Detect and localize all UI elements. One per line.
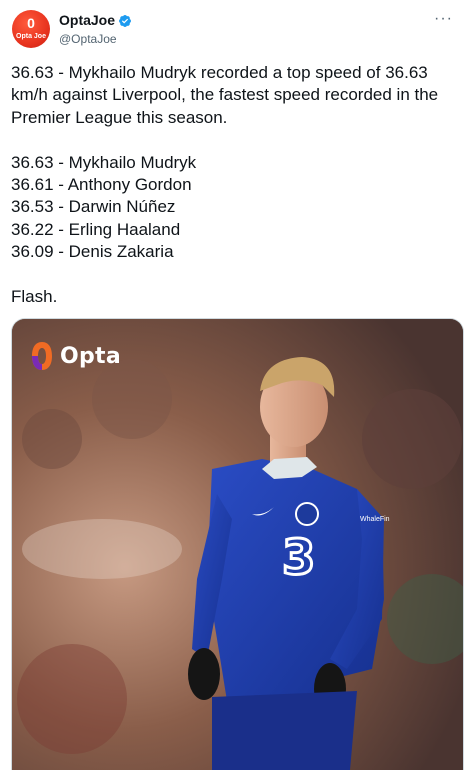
tweet-closing: Flash. <box>11 287 58 307</box>
avatar-text: Opta Joe <box>16 33 46 40</box>
display-name[interactable]: OptaJoe <box>59 12 132 29</box>
player-photo: 3 WhaleFin <box>12 319 463 770</box>
tweet-header: 0 Opta Joe OptaJoe @OptaJoe ··· <box>12 10 457 50</box>
opta-logo-icon <box>32 342 52 370</box>
svg-text:3: 3 <box>282 530 315 586</box>
tweet-text: 36.63 - Mykhailo Mudryk recorded a top s… <box>11 62 457 308</box>
speed-line: 36.61 - Anthony Gordon <box>11 175 192 195</box>
user-handle[interactable]: @OptaJoe <box>59 31 132 47</box>
tweet-intro: 36.63 - Mykhailo Mudryk recorded a top s… <box>11 63 439 127</box>
opta-o-icon: 0 <box>27 15 35 31</box>
opta-logo: Opta <box>30 341 121 371</box>
avatar[interactable]: 0 Opta Joe <box>12 10 50 48</box>
speed-line: 36.53 - Darwin Núñez <box>11 197 176 217</box>
sleeve-sponsor-text: WhaleFin <box>360 516 390 523</box>
speed-line: 36.22 - Erling Haaland <box>11 219 181 239</box>
more-options-icon[interactable]: ··· <box>434 10 453 28</box>
speed-line: 36.09 - Denis Zakaria <box>11 242 174 262</box>
opta-brand-label: Opta <box>60 343 122 369</box>
verified-badge-icon <box>119 14 131 27</box>
speed-line: 36.63 - Mykhailo Mudryk <box>11 152 197 172</box>
user-name-block[interactable]: OptaJoe @OptaJoe <box>59 12 132 47</box>
display-name-text: OptaJoe <box>59 12 116 28</box>
tweet-media-image[interactable]: 3 WhaleFin Opta <box>11 318 464 770</box>
